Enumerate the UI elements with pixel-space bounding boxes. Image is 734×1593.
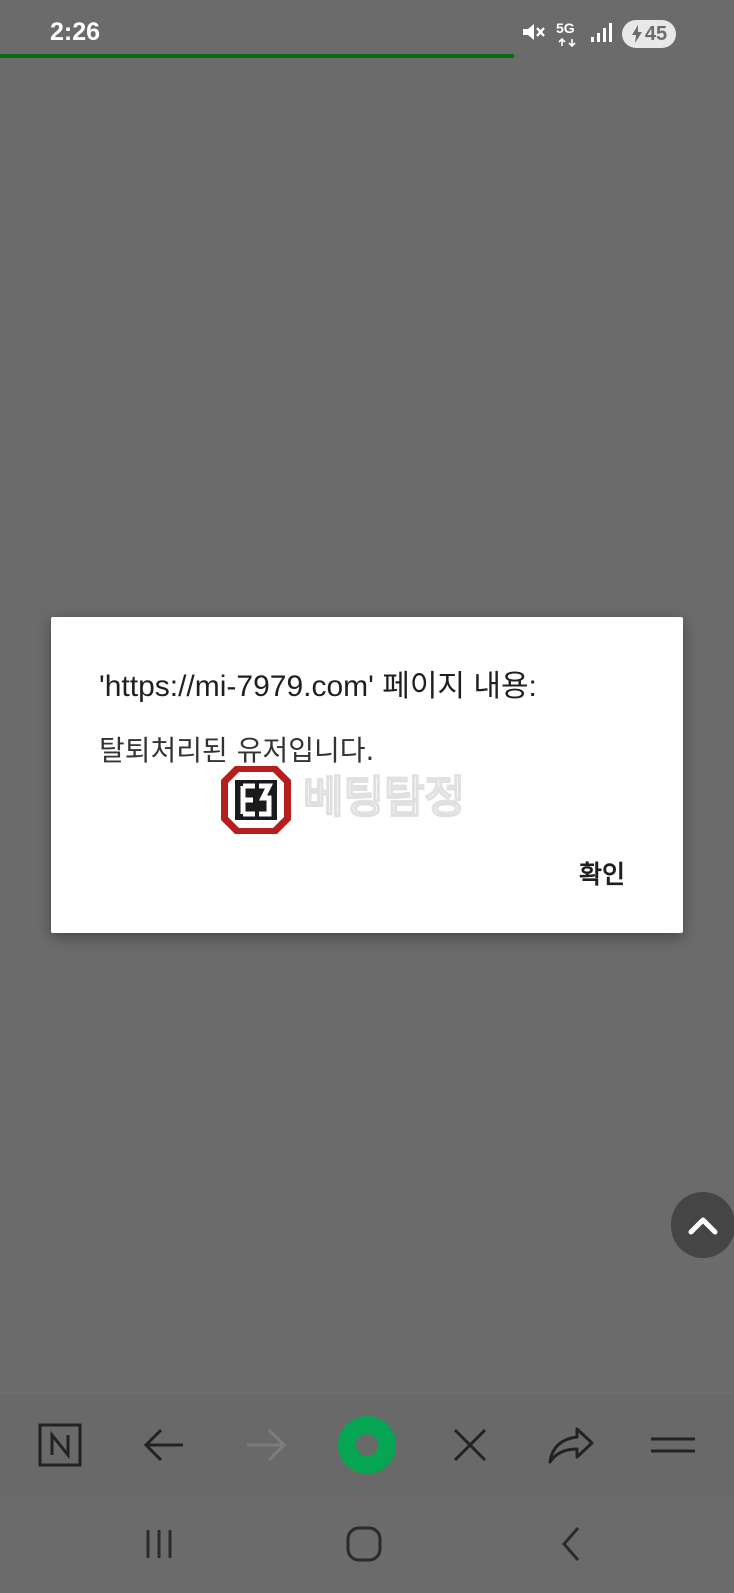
back-icon [562,1527,580,1561]
alert-dialog: 'https://mi-7979.com' 페이지 내용: 탈퇴처리된 유저입니… [51,617,683,933]
system-back-button[interactable] [541,1519,601,1569]
page-load-progress [0,54,514,58]
menu-button[interactable] [642,1414,704,1476]
scroll-to-top-button[interactable] [671,1192,734,1258]
browser-toolbar [0,1393,734,1498]
watermark: 베팅탐정 [221,764,521,834]
network-label: 5G [556,20,575,36]
5g-icon: 5G [556,20,580,48]
back-arrow-icon [143,1428,183,1462]
recent-apps-icon [146,1530,172,1558]
back-button[interactable] [133,1414,195,1476]
share-icon [548,1427,594,1464]
naver-home-button[interactable] [29,1414,91,1476]
home-ring-button[interactable] [336,1414,398,1476]
close-icon [453,1428,487,1462]
forward-button[interactable] [235,1414,297,1476]
naver-n-icon [38,1423,82,1467]
home-button[interactable] [334,1519,394,1569]
dialog-title: 'https://mi-7979.com' 페이지 내용: [99,670,537,703]
chevron-up-icon [688,1217,718,1235]
battery-level: 45 [644,22,668,45]
status-time: 2:26 [50,18,101,46]
home-icon [346,1526,382,1562]
dialog-message: 탈퇴처리된 유저입니다. [99,734,375,767]
watermark-text: 베팅탐정 [303,772,465,823]
status-icons: 5G 45 [520,20,676,48]
system-nav-bar [0,1497,734,1593]
status-bar: 2:26 5G 45 [0,0,734,58]
recent-apps-button[interactable] [129,1519,189,1569]
forward-arrow-icon [247,1428,287,1462]
share-button[interactable] [540,1414,602,1476]
battery-charging-icon: 45 [622,20,676,48]
home-ring-icon [338,1416,396,1474]
confirm-button[interactable]: 확인 [579,855,625,891]
watermark-logo: 베팅탐정 [221,766,466,834]
close-tab-button[interactable] [439,1414,501,1476]
menu-icon [651,1437,695,1453]
signal-icon [590,21,612,47]
mute-icon [520,20,546,48]
